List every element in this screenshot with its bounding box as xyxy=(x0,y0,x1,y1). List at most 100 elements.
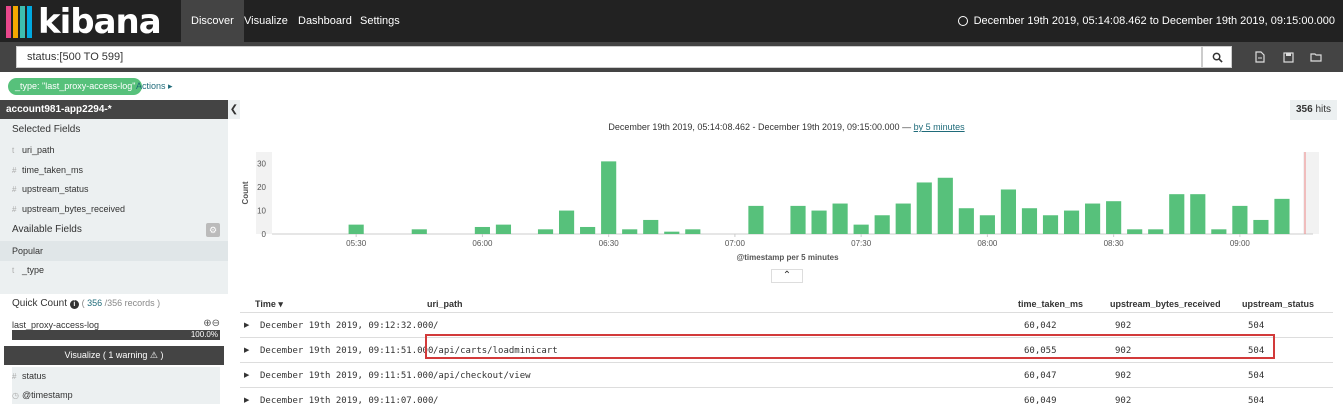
cell-uri-path: / xyxy=(433,321,439,331)
search-input[interactable] xyxy=(16,46,1202,68)
field-item[interactable]: # upstream_status xyxy=(0,180,228,200)
field-item[interactable]: ◷ @timestamp xyxy=(12,386,220,404)
logo-bar xyxy=(13,6,18,38)
actions-link[interactable]: Actions ▸ xyxy=(136,78,173,95)
histogram-bar xyxy=(1148,229,1164,234)
col-uri-path[interactable]: uri_path xyxy=(427,299,463,309)
histogram-bar xyxy=(622,229,638,234)
histogram-bar xyxy=(411,229,427,234)
col-status[interactable]: upstream_status xyxy=(1242,299,1314,309)
x-tick-label: 07:00 xyxy=(725,239,746,248)
field-item[interactable]: t _type xyxy=(0,261,228,281)
string-type-icon: t xyxy=(12,146,15,155)
histogram-bar xyxy=(601,161,617,234)
histogram-bar xyxy=(558,210,575,234)
search-button[interactable] xyxy=(1202,46,1232,68)
hits-counter: 356 hits xyxy=(1289,100,1337,120)
histogram-bar xyxy=(916,182,932,234)
table-row[interactable]: ▶ December 19th 2019, 09:11:07.000 / 60,… xyxy=(240,388,1333,404)
table-row[interactable]: ▶ December 19th 2019, 09:11:51.000 /api/… xyxy=(240,338,1333,363)
table-row[interactable]: ▶ December 19th 2019, 09:11:51.000 /api/… xyxy=(240,363,1333,388)
interval-link[interactable]: by 5 minutes xyxy=(914,122,965,132)
table-row[interactable]: ▶ December 19th 2019, 09:12:32.000 / 60,… xyxy=(240,313,1333,338)
field-sidebar: account981-app2294-* Selected Fields t ur… xyxy=(0,100,228,404)
time-range-text: December 19th 2019, 05:14:08.462 to Dece… xyxy=(973,15,1335,27)
histogram-bar xyxy=(1232,205,1248,234)
zoom-out-icon[interactable]: ⊖ xyxy=(212,318,220,329)
x-tick-label: 05:30 xyxy=(346,239,367,248)
toggle-chart-button[interactable]: ⌃ xyxy=(771,269,803,283)
quick-count-number: 356 xyxy=(87,298,103,308)
col-time[interactable]: Time ▾ xyxy=(255,299,283,310)
histogram-bar xyxy=(937,177,953,234)
new-search-icon xyxy=(1255,51,1265,63)
new-search-button[interactable] xyxy=(1250,46,1270,68)
y-tick-label: 10 xyxy=(257,207,266,216)
time-picker[interactable]: December 19th 2019, 05:14:08.462 to Dece… xyxy=(957,0,1335,42)
collapse-sidebar-button[interactable]: ❮ xyxy=(228,100,240,119)
kibana-logo[interactable]: kibana xyxy=(6,2,162,42)
field-name: _type xyxy=(22,265,45,275)
expand-row-icon[interactable]: ▶ xyxy=(244,396,249,404)
x-tick-label: 08:00 xyxy=(977,239,998,248)
sort-desc-icon: ▾ xyxy=(278,299,283,309)
x-axis-label: @timestamp per 5 minutes xyxy=(736,253,839,262)
field-item[interactable]: # status xyxy=(12,367,220,386)
histogram-bar xyxy=(348,224,364,234)
histogram-bar xyxy=(1085,203,1101,234)
save-icon xyxy=(1282,51,1294,63)
histogram-bar xyxy=(1211,229,1227,234)
y-tick-label: 30 xyxy=(257,160,266,169)
histogram-bar xyxy=(537,229,554,234)
histogram-bar xyxy=(1274,198,1290,234)
index-pattern-title[interactable]: account981-app2294-* xyxy=(0,100,228,119)
open-icon xyxy=(1309,52,1322,62)
search-icon xyxy=(1212,52,1223,63)
histogram-bar xyxy=(1063,210,1080,234)
selected-fields-header: Selected Fields xyxy=(12,124,81,135)
field-name: @timestamp xyxy=(22,390,73,400)
cell-uri-path: / xyxy=(433,396,439,404)
table-header: Time ▾ uri_path time_taken_ms upstream_b… xyxy=(240,295,1333,313)
logo-bar xyxy=(27,6,32,38)
expand-row-icon[interactable]: ▶ xyxy=(244,346,249,354)
field-name: upstream_status xyxy=(22,184,89,194)
cell-status: 504 xyxy=(1248,346,1265,356)
cell-time: December 19th 2019, 09:11:51.000 xyxy=(260,371,434,381)
quick-count-label: Quick Count xyxy=(12,298,68,309)
expand-row-icon[interactable]: ▶ xyxy=(244,321,249,329)
x-tick-label: 06:30 xyxy=(599,239,620,248)
histogram-bar xyxy=(748,205,764,234)
cell-uri-path: /api/carts/loadminicart xyxy=(433,346,558,356)
histogram-bar xyxy=(832,203,848,234)
field-item[interactable]: # time_taken_ms xyxy=(0,161,228,181)
cell-bytes: 902 xyxy=(1115,321,1132,331)
histogram-bar xyxy=(853,224,869,234)
open-button[interactable] xyxy=(1306,46,1326,68)
save-button[interactable] xyxy=(1278,46,1298,68)
filter-pill[interactable]: _type: "last_proxy-access-log" xyxy=(8,78,143,95)
histogram-bar xyxy=(958,208,974,234)
filter-zoom-controls: ⊕⊖ xyxy=(203,318,220,329)
visualize-button[interactable]: Visualize ( 1 warning ⚠ ) xyxy=(4,346,224,365)
zoom-in-icon[interactable]: ⊕ xyxy=(203,318,211,329)
col-time-taken[interactable]: time_taken_ms xyxy=(1018,299,1083,309)
cell-bytes: 902 xyxy=(1115,371,1132,381)
cell-time: December 19th 2019, 09:11:07.000 xyxy=(260,396,434,404)
date-type-icon: ◷ xyxy=(12,391,19,400)
gear-icon[interactable]: ⚙ xyxy=(206,223,220,237)
logo-text: kibana xyxy=(38,2,162,42)
expand-row-icon[interactable]: ▶ xyxy=(244,371,249,379)
field-name: upstream_bytes_received xyxy=(22,203,126,214)
col-bytes[interactable]: upstream_bytes_received xyxy=(1110,299,1221,309)
histogram-bar xyxy=(1106,201,1122,234)
cell-time: December 19th 2019, 09:12:32.000 xyxy=(260,321,434,331)
quick-count-percent: 100.0% xyxy=(190,330,218,339)
field-item[interactable]: # upstream_bytes_received xyxy=(0,200,228,220)
histogram-chart[interactable]: 0 10 20 30 05:30 06:00 06:30 07:00 07:30 08:00 08:… xyxy=(240,148,1333,268)
chart-time-range: December 19th 2019, 05:14:08.462 - Decem… xyxy=(240,122,1333,132)
field-item[interactable]: t uri_path xyxy=(0,141,228,161)
chevron-left-icon: ❮ xyxy=(229,104,239,115)
tab-settings[interactable]: Settings xyxy=(350,0,410,42)
quick-count-value-label: last_proxy-access-log xyxy=(12,320,100,330)
